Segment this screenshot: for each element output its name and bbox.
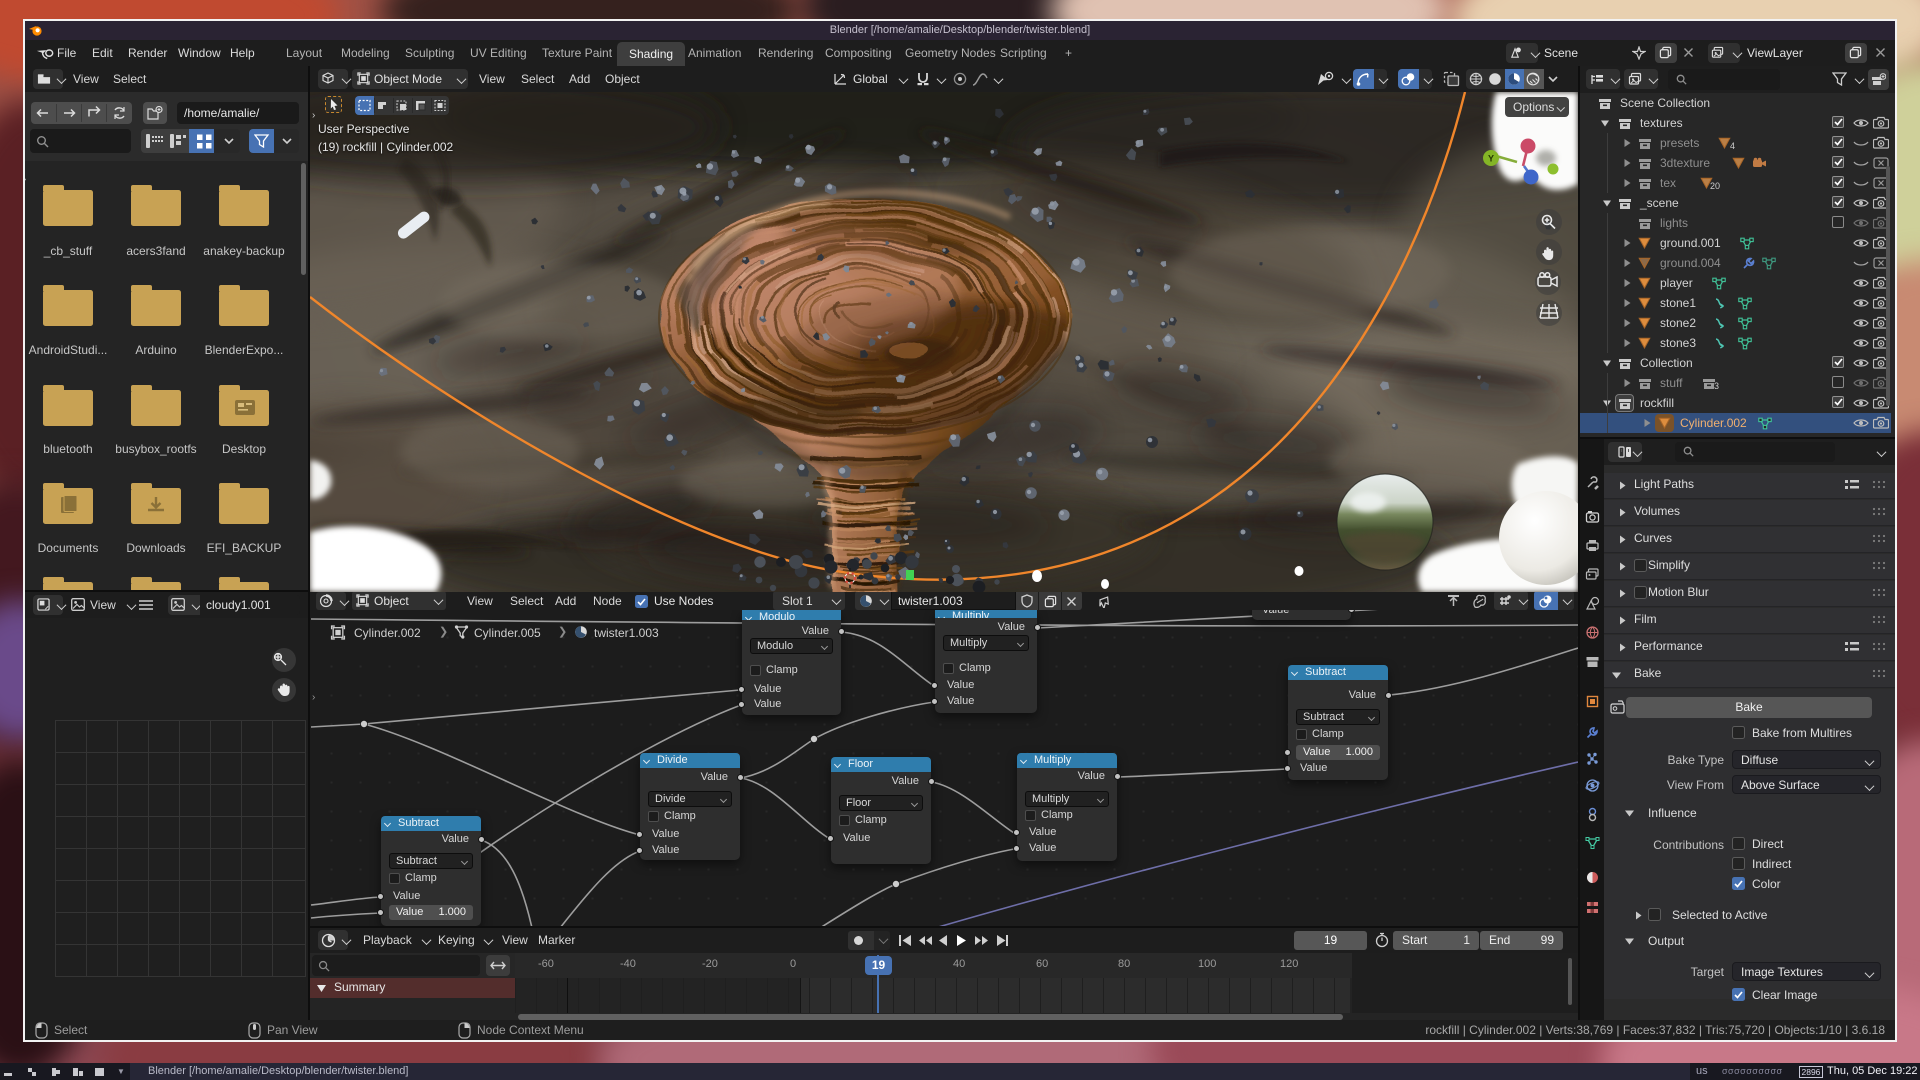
svg-text:Y: Y bbox=[1488, 154, 1494, 164]
